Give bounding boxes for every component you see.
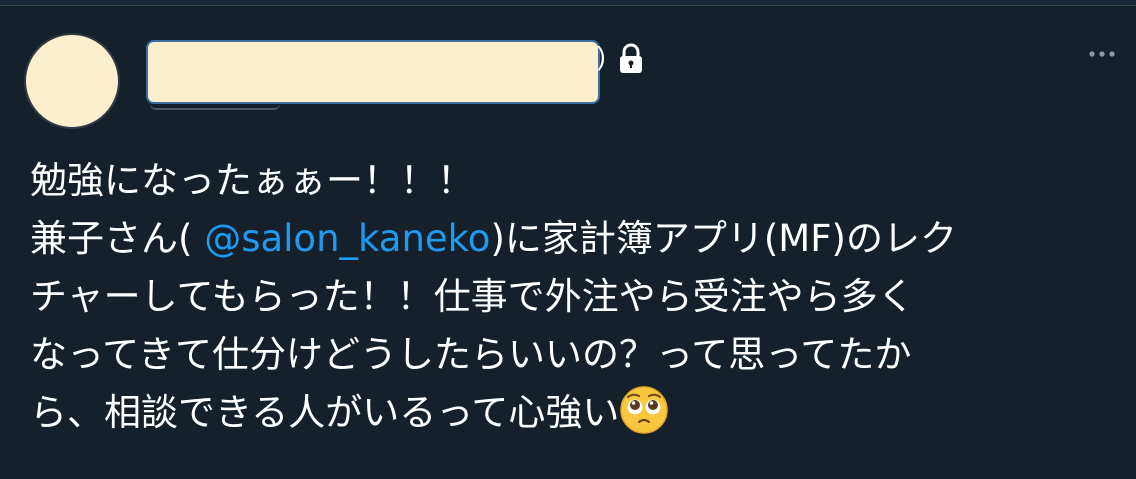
display-name-redaction — [146, 40, 600, 104]
lock-icon — [620, 43, 642, 73]
tweet-text: 勉強になったぁぁー！！！ 兼子さん( @salon_kaneko)に家計簿アプリ… — [30, 152, 1120, 442]
tweet-text-segment: ら、相談できる人がいるって心強い — [30, 391, 620, 434]
top-divider — [0, 0, 1136, 6]
tweet-line: ら、相談できる人がいるって心強い — [30, 384, 1120, 442]
more-icon[interactable] — [1086, 46, 1118, 62]
tweet-line: 兼子さん( @salon_kaneko)に家計簿アプリ(MF)のレク — [30, 210, 1120, 268]
tweet-text-segment: )に家計簿アプリ(MF)のレク — [490, 217, 957, 260]
display-name-suffix: ) — [597, 41, 606, 71]
handle-redaction-edge — [150, 100, 280, 110]
mention-link[interactable]: @salon_kaneko — [204, 217, 490, 260]
avatar[interactable] — [24, 33, 120, 129]
pleading-face-emoji — [620, 386, 669, 434]
tweet-line: チャーしてもらった！！仕事で外注やら受注やら多く — [30, 275, 915, 318]
tweet-text-segment: 兼子さん( — [30, 217, 205, 260]
tweet-line: 勉強になったぁぁー！！！ — [30, 159, 474, 202]
tweet-line: なってきて仕分けどうしたらいいの？って思ってたか — [30, 333, 912, 376]
